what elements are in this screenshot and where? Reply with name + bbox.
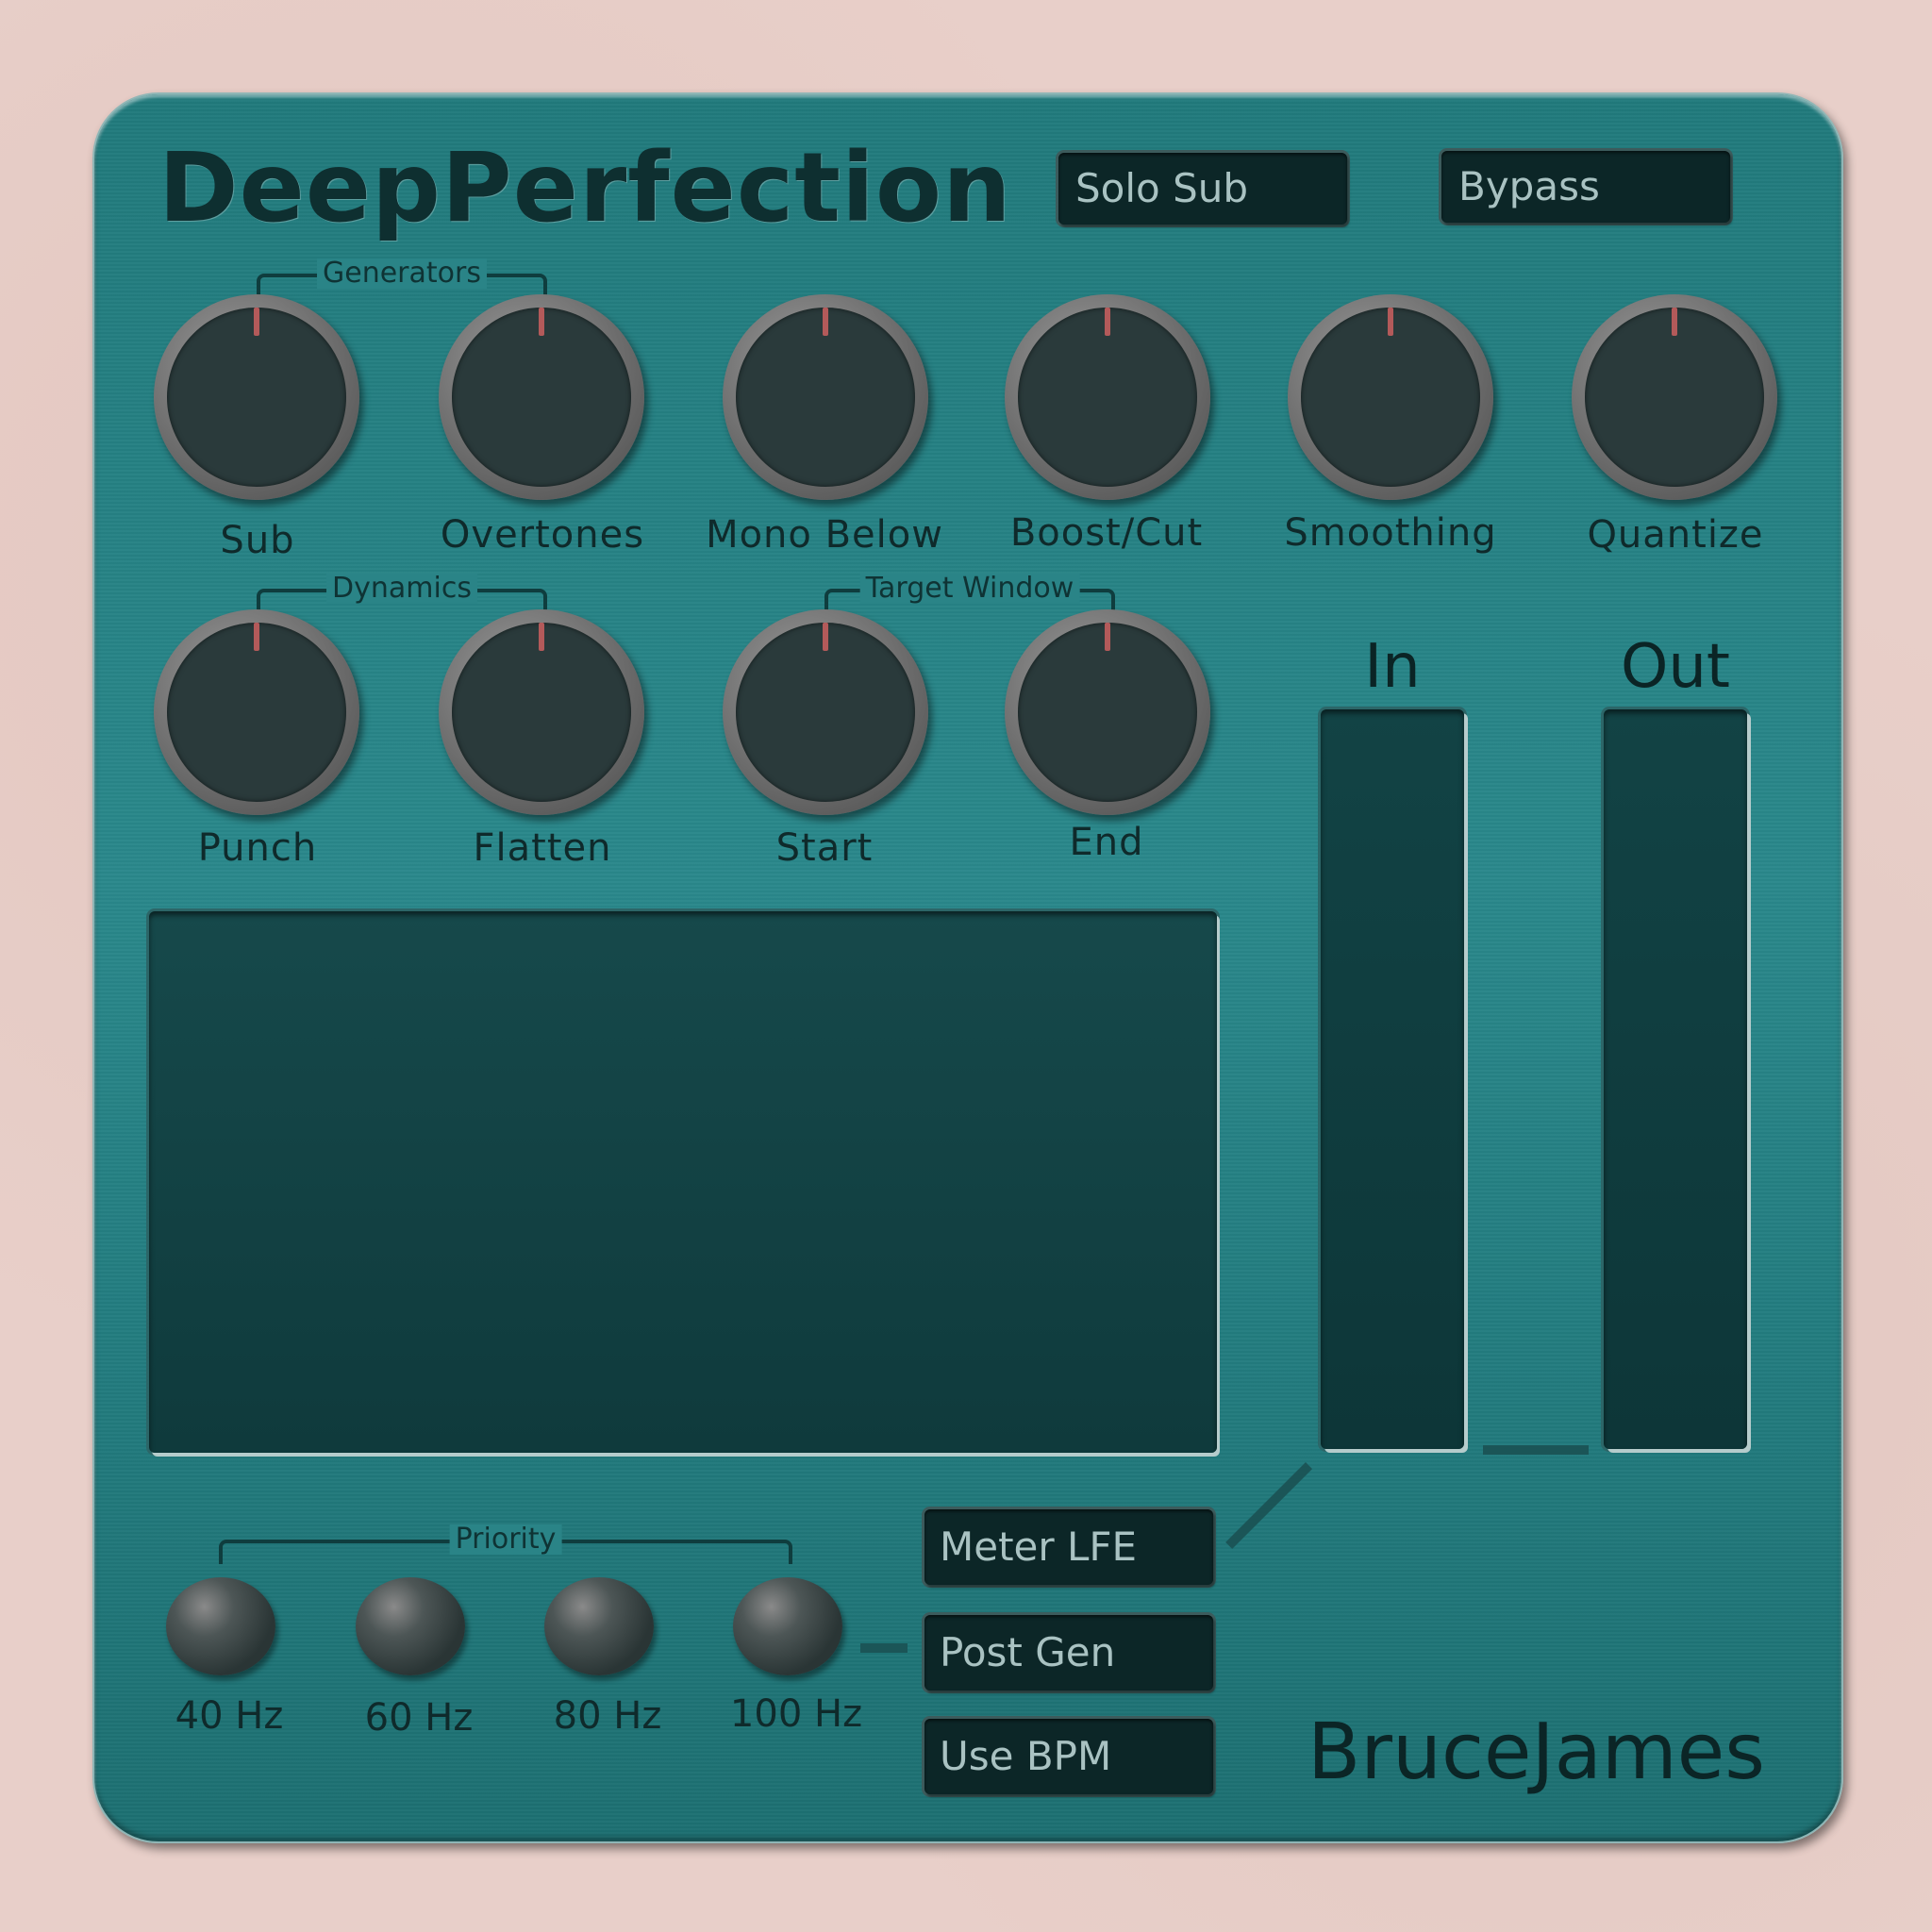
dynamics-group-label: Dynamics bbox=[326, 574, 477, 604]
knob-indicator bbox=[539, 623, 544, 651]
priority-40hz-radio[interactable] bbox=[166, 1577, 275, 1675]
out-meter-label: Out bbox=[1620, 632, 1731, 702]
knob-indicator bbox=[1105, 308, 1110, 336]
knob-indicator bbox=[539, 308, 544, 336]
sub-knob[interactable] bbox=[154, 294, 359, 500]
start-knob[interactable] bbox=[723, 609, 928, 815]
flatten-knob[interactable] bbox=[439, 609, 644, 815]
priority-link-line bbox=[860, 1643, 908, 1653]
priority-80hz-radio[interactable] bbox=[544, 1577, 654, 1675]
priority-80hz-label: 80 Hz bbox=[553, 1694, 662, 1738]
knob-indicator bbox=[1388, 308, 1393, 336]
punch-knob[interactable] bbox=[154, 609, 359, 815]
plugin-title: DeepPerfection bbox=[158, 132, 1012, 244]
target-window-group-bracket: Target Window bbox=[824, 574, 1115, 613]
meter-lfe-toggle[interactable]: Meter LFE bbox=[924, 1509, 1213, 1585]
priority-60hz-radio[interactable] bbox=[356, 1577, 465, 1675]
knob-indicator bbox=[823, 623, 828, 651]
knob-indicator bbox=[1672, 308, 1677, 336]
priority-group-bracket: Priority bbox=[219, 1524, 792, 1564]
spectrum-display bbox=[149, 911, 1217, 1453]
generators-group-label: Generators bbox=[317, 258, 487, 289]
target-window-group-label: Target Window bbox=[859, 574, 1080, 604]
dynamics-group-bracket: Dynamics bbox=[257, 574, 547, 613]
output-level-meter bbox=[1604, 709, 1747, 1449]
priority-60hz-label: 60 Hz bbox=[364, 1696, 474, 1740]
use-bpm-toggle[interactable]: Use BPM bbox=[924, 1719, 1213, 1794]
meter-link-line bbox=[1483, 1445, 1589, 1455]
post-gen-toggle[interactable]: Post Gen bbox=[924, 1615, 1213, 1690]
in-meter-label: In bbox=[1364, 632, 1421, 702]
overtones-knob-label: Overtones bbox=[440, 513, 645, 557]
input-level-meter bbox=[1321, 709, 1464, 1449]
quantize-knob[interactable] bbox=[1572, 294, 1777, 500]
bypass-toggle[interactable]: Bypass bbox=[1441, 151, 1730, 223]
solo-sub-toggle[interactable]: Solo Sub bbox=[1058, 153, 1347, 225]
priority-100hz-radio[interactable] bbox=[733, 1577, 842, 1675]
brand-logo-text: BruceJames bbox=[1307, 1707, 1765, 1797]
mono-below-knob-label: Mono Below bbox=[706, 513, 943, 557]
start-knob-label: Start bbox=[775, 826, 874, 870]
priority-40hz-label: 40 Hz bbox=[175, 1694, 284, 1738]
end-knob[interactable] bbox=[1005, 609, 1210, 815]
overtones-knob[interactable] bbox=[439, 294, 644, 500]
smoothing-knob[interactable] bbox=[1288, 294, 1493, 500]
priority-100hz-label: 100 Hz bbox=[729, 1692, 863, 1736]
knob-indicator bbox=[254, 623, 259, 651]
generators-group-bracket: Generators bbox=[257, 258, 547, 298]
flatten-knob-label: Flatten bbox=[473, 826, 612, 870]
knob-indicator bbox=[823, 308, 828, 336]
smoothing-knob-label: Smoothing bbox=[1284, 511, 1497, 555]
quantize-knob-label: Quantize bbox=[1587, 513, 1764, 557]
sub-knob-label: Sub bbox=[220, 519, 295, 562]
knob-indicator bbox=[1105, 623, 1110, 651]
priority-group-label: Priority bbox=[449, 1524, 562, 1555]
mono-below-knob[interactable] bbox=[723, 294, 928, 500]
punch-knob-label: Punch bbox=[197, 826, 318, 870]
end-knob-label: End bbox=[1069, 821, 1144, 864]
boost-cut-knob-label: Boost/Cut bbox=[1009, 511, 1204, 555]
knob-indicator bbox=[254, 308, 259, 336]
boost-cut-knob[interactable] bbox=[1005, 294, 1210, 500]
